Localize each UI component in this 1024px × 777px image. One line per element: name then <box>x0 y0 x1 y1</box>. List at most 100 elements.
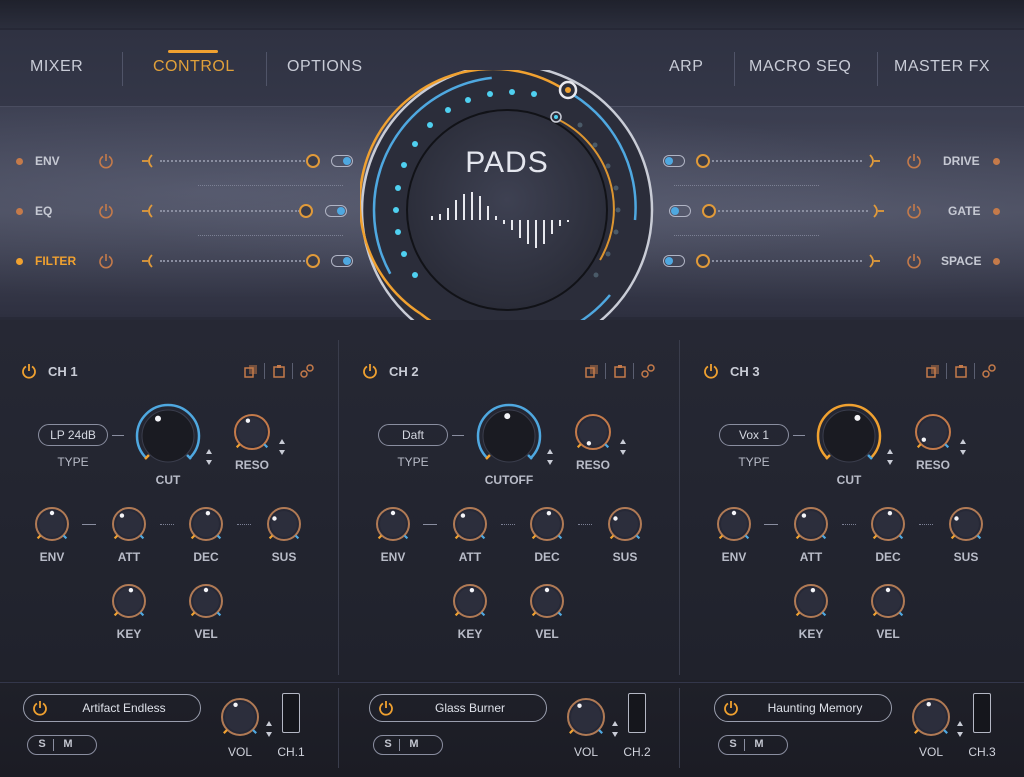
env-knob[interactable] <box>867 503 909 545</box>
solo-button[interactable]: S <box>723 738 743 750</box>
fx-toggle[interactable] <box>663 255 685 267</box>
fx-slider-handle[interactable] <box>306 154 320 168</box>
knob-label: KEY <box>798 627 824 641</box>
up-down-arrows-icon[interactable] <box>959 438 967 456</box>
env-knob[interactable] <box>263 503 305 545</box>
reso-knob[interactable] <box>911 410 955 454</box>
copy-icon[interactable] <box>585 364 599 378</box>
cutoff-knob[interactable] <box>132 400 204 472</box>
fx-toggle[interactable] <box>663 155 685 167</box>
solo-button[interactable]: S <box>32 738 52 750</box>
power-icon[interactable] <box>906 153 922 169</box>
env-knob[interactable] <box>31 503 73 545</box>
power-icon[interactable] <box>98 153 114 169</box>
paste-icon[interactable] <box>613 364 627 378</box>
env-knob[interactable] <box>790 503 832 545</box>
solo-button[interactable]: S <box>378 738 398 750</box>
reso-knob[interactable] <box>571 410 615 454</box>
fx-slider-track[interactable] <box>712 260 862 264</box>
preset-selector[interactable]: Glass Burner <box>369 694 547 722</box>
power-icon[interactable] <box>703 363 719 379</box>
reso-knob[interactable] <box>230 410 274 454</box>
divider <box>292 363 293 379</box>
power-icon[interactable] <box>98 203 114 219</box>
copy-icon[interactable] <box>926 364 940 378</box>
mod-knob[interactable] <box>108 580 150 622</box>
up-down-arrows-icon[interactable] <box>886 448 894 466</box>
mod-knob[interactable] <box>185 580 227 622</box>
preset-selector[interactable]: Haunting Memory <box>714 694 892 722</box>
fx-slider-handle[interactable] <box>696 254 710 268</box>
volume-knob[interactable] <box>908 694 954 740</box>
fx-slider-handle[interactable] <box>702 204 716 218</box>
up-down-arrows-icon[interactable] <box>278 438 286 456</box>
fx-toggle[interactable] <box>669 205 691 217</box>
fx-toggle[interactable] <box>331 255 353 267</box>
power-icon[interactable] <box>378 700 394 716</box>
fx-slider-track[interactable] <box>160 160 305 164</box>
env-knob[interactable] <box>372 503 414 545</box>
power-icon[interactable] <box>21 363 37 379</box>
fx-slider-handle[interactable] <box>306 254 320 268</box>
mod-knob[interactable] <box>790 580 832 622</box>
mute-button[interactable]: M <box>749 738 769 750</box>
tab-arp[interactable]: ARP <box>669 58 703 76</box>
master-dial[interactable] <box>360 70 660 360</box>
tab-macro-seq[interactable]: MACRO SEQ <box>749 58 851 76</box>
volume-knob[interactable] <box>217 694 263 740</box>
up-down-arrows-icon[interactable] <box>265 720 273 738</box>
fx-slider-track[interactable] <box>712 160 862 164</box>
mod-knob[interactable] <box>449 580 491 622</box>
tab-master-fx[interactable]: MASTER FX <box>894 58 990 76</box>
mod-knob[interactable] <box>867 580 909 622</box>
paste-icon[interactable] <box>272 364 286 378</box>
env-knob[interactable] <box>526 503 568 545</box>
power-icon[interactable] <box>32 700 48 716</box>
preset-selector[interactable]: Artifact Endless <box>23 694 201 722</box>
fx-slider-handle[interactable] <box>299 204 313 218</box>
link-icon[interactable] <box>300 364 314 378</box>
up-down-arrows-icon[interactable] <box>956 720 964 738</box>
filter-type-select[interactable]: Vox 1 <box>719 424 789 446</box>
up-down-arrows-icon[interactable] <box>546 448 554 466</box>
mod-knob[interactable] <box>526 580 568 622</box>
fx-slider-handle[interactable] <box>696 154 710 168</box>
channel-label: CH.3 <box>968 745 996 759</box>
power-icon[interactable] <box>906 203 922 219</box>
volume-knob[interactable] <box>563 694 609 740</box>
up-down-arrows-icon[interactable] <box>611 720 619 738</box>
power-icon[interactable] <box>906 253 922 269</box>
fx-toggle[interactable] <box>331 155 353 167</box>
tab-control[interactable]: CONTROL <box>153 58 235 76</box>
knob-label: DEC <box>534 550 560 564</box>
fx-slider-track[interactable] <box>718 210 868 214</box>
copy-icon[interactable] <box>244 364 258 378</box>
up-down-arrows-icon[interactable] <box>619 438 627 456</box>
link-icon[interactable] <box>641 364 655 378</box>
fx-toggle[interactable] <box>325 205 347 217</box>
env-knob[interactable] <box>604 503 646 545</box>
tab-mixer[interactable]: MIXER <box>30 58 83 76</box>
cutoff-knob[interactable] <box>473 400 545 472</box>
mute-button[interactable]: M <box>58 738 78 750</box>
filter-type-select[interactable]: LP 24dB <box>38 424 108 446</box>
power-icon[interactable] <box>362 363 378 379</box>
filter-type-select[interactable]: Daft <box>378 424 448 446</box>
paste-icon[interactable] <box>954 364 968 378</box>
fx-slider-track[interactable] <box>160 210 300 214</box>
mute-button[interactable]: M <box>404 738 424 750</box>
tab-options[interactable]: OPTIONS <box>287 58 363 76</box>
power-icon[interactable] <box>723 700 739 716</box>
env-knob[interactable] <box>185 503 227 545</box>
env-knob[interactable] <box>713 503 755 545</box>
preset-name: Haunting Memory <box>767 701 863 715</box>
env-knob[interactable] <box>108 503 150 545</box>
env-knob[interactable] <box>945 503 987 545</box>
up-down-arrows-icon[interactable] <box>205 448 213 466</box>
fx-slider-track[interactable] <box>160 260 305 264</box>
fx-label-filter: FILTER <box>35 254 77 268</box>
cutoff-knob[interactable] <box>813 400 885 472</box>
power-icon[interactable] <box>98 253 114 269</box>
link-icon[interactable] <box>982 364 996 378</box>
env-knob[interactable] <box>449 503 491 545</box>
